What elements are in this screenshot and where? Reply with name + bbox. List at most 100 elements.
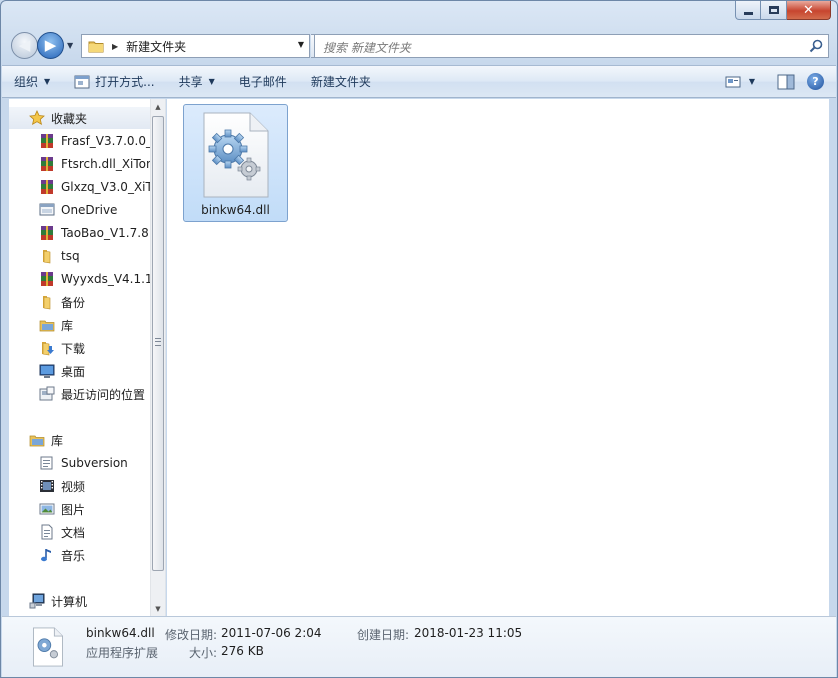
nav-item-subversion[interactable]: Subversion [9,452,151,474]
organize-button[interactable]: 组织 ▼ [14,66,62,97]
nav-computer-label: 计算机 [51,594,88,609]
email-button[interactable]: 电子邮件 [227,66,299,97]
nav-item-music[interactable]: 音乐 [9,544,151,566]
search-placeholder[interactable]: 搜索 新建文件夹 [323,39,411,56]
explorer-window: ✕ ◀ ▶ ▼ ▶ 新建文件夹 ▼ 搜索 新建文件夹 组织 ▼ 打开方式... … [0,0,838,678]
nav-favorites[interactable]: 收藏夹 [9,107,151,129]
star-icon [29,110,45,125]
navigation-pane: 收藏夹 Frasf_V3.7.0.0_XiTongZhiJia Ftsrch.d… [9,99,166,616]
nav-item-glxzq[interactable]: Glxzq_V3.0_XiTongZhiJia [9,176,151,198]
open-with-button[interactable]: 打开方式... [62,66,166,97]
open-with-label: 打开方式... [95,75,155,89]
forward-button[interactable]: ▶ [37,32,64,59]
organize-label: 组织 [14,75,39,89]
dll-file-icon [203,112,269,198]
nav-item-documents[interactable]: 文档 [9,521,151,543]
search-icon[interactable] [808,38,824,54]
close-icon: ✕ [803,2,814,18]
nav-item-desktop[interactable]: 桌面 [9,360,151,382]
nav-item-videos[interactable]: 视频 [9,475,151,497]
address-dropdown-icon[interactable]: ▼ [298,40,304,49]
share-label: 共享 [178,75,203,89]
nav-item-pictures[interactable]: 图片 [9,498,151,520]
details-size-value: 276 KB [221,644,264,658]
folder-icon [43,296,51,310]
details-modified-value: 2011-07-06 2:04 [221,626,322,640]
scroll-up-icon[interactable]: ▲ [151,99,165,114]
details-file-type: 应用程序扩展 [86,646,159,660]
subversion-icon [40,456,53,470]
rar-icon [41,272,53,286]
details-modified-label: 修改日期: [165,628,218,642]
library-icon [39,320,55,332]
minimize-icon [743,11,753,15]
back-button[interactable]: ◀ [11,32,38,59]
search-box[interactable]: 搜索 新建文件夹 [314,34,829,58]
chevron-right-icon[interactable]: ▶ [112,42,118,51]
maximize-button[interactable] [761,1,787,20]
breadcrumb-current-folder[interactable]: 新建文件夹 [126,38,186,55]
nav-item-label: OneDrive [61,203,118,217]
scrollbar-thumb[interactable] [152,116,164,571]
details-file-name: binkw64.dll [86,626,155,640]
file-item[interactable]: binkw64.dll [183,104,288,222]
nav-favorites-label: 收藏夹 [51,111,88,126]
scroll-down-icon[interactable]: ▼ [151,601,165,616]
nav-item-onedrive[interactable]: OneDrive [9,199,151,221]
nav-item-frasf[interactable]: Frasf_V3.7.0.0_XiTongZhiJia [9,130,151,152]
nav-item-label: Ftsrch.dll_XiTongZhiJia [61,157,151,171]
chevron-down-icon: ▼ [748,77,755,86]
nav-item-label: 备份 [61,295,86,310]
nav-item-backup[interactable]: 备份 [9,291,151,313]
navigation-scrollbar[interactable]: ▲ ▼ [150,99,165,616]
open-with-icon [74,75,90,88]
nav-computer[interactable]: 计算机 [9,590,151,612]
view-icon [725,76,741,87]
navigation-bar: ◀ ▶ ▼ ▶ 新建文件夹 ▼ 搜索 新建文件夹 [9,32,829,60]
arrow-left-icon: ◀ [18,36,31,54]
rar-icon [41,134,53,148]
nav-item-downloads[interactable]: 下载 [9,337,151,359]
nav-item-taobao[interactable]: TaoBao_V1.7.8.0 [9,222,151,244]
nav-item-label: TaoBao_V1.7.8.0 [61,226,151,240]
details-size-label: 大小: [189,646,218,660]
arrow-right-icon: ▶ [44,36,57,54]
nav-item-ftsrch[interactable]: Ftsrch.dll_XiTongZhiJia [9,153,151,175]
file-name: binkw64.dll [201,203,270,217]
change-view-button[interactable]: ▼ [725,75,755,89]
folder-icon [88,41,104,53]
email-label: 电子邮件 [238,75,287,89]
nav-item-label: 视频 [61,479,86,494]
nav-item-label: 最近访问的位置 [61,387,146,402]
rar-icon [41,157,53,171]
nav-item-wyyxds[interactable]: Wyyxds_V4.1.1.1 [9,268,151,290]
preview-pane-icon[interactable] [777,74,795,90]
chevron-down-icon: ▼ [44,77,51,86]
nav-item-tsq[interactable]: tsq [9,245,151,267]
close-button[interactable]: ✕ [787,1,831,20]
address-bar[interactable]: ▶ 新建文件夹 ▼ [81,34,310,58]
view-controls: ▼ ? [725,66,824,97]
computer-icon [29,593,45,609]
minimize-button[interactable] [735,1,761,20]
nav-item-label: Glxzq_V3.0_XiTongZhiJia [61,180,151,194]
rar-icon [41,180,53,194]
recent-pages-dropdown[interactable]: ▼ [67,41,73,50]
new-folder-button[interactable]: 新建文件夹 [299,66,383,97]
dll-file-icon [33,627,63,667]
nav-item-recent-places[interactable]: 最近访问的位置 [9,383,151,405]
library-icon [29,435,45,447]
nav-item-label: 桌面 [61,364,86,379]
video-icon [40,480,54,492]
new-folder-label: 新建文件夹 [310,75,371,89]
nav-item-label: Frasf_V3.7.0.0_XiTongZhiJia [61,134,151,148]
nav-item-label: Subversion [61,456,128,470]
music-icon [41,549,51,562]
share-button[interactable]: 共享 ▼ [167,66,227,97]
command-bar: 组织 ▼ 打开方式... 共享 ▼ 电子邮件 新建文件夹 ▼ ? [2,65,836,98]
nav-item-library[interactable]: 库 [9,314,151,336]
navigation-tree: 收藏夹 Frasf_V3.7.0.0_XiTongZhiJia Ftsrch.d… [9,99,151,616]
help-icon[interactable]: ? [807,73,824,90]
nav-libraries[interactable]: 库 [9,429,151,451]
nav-item-label: 音乐 [61,548,86,563]
